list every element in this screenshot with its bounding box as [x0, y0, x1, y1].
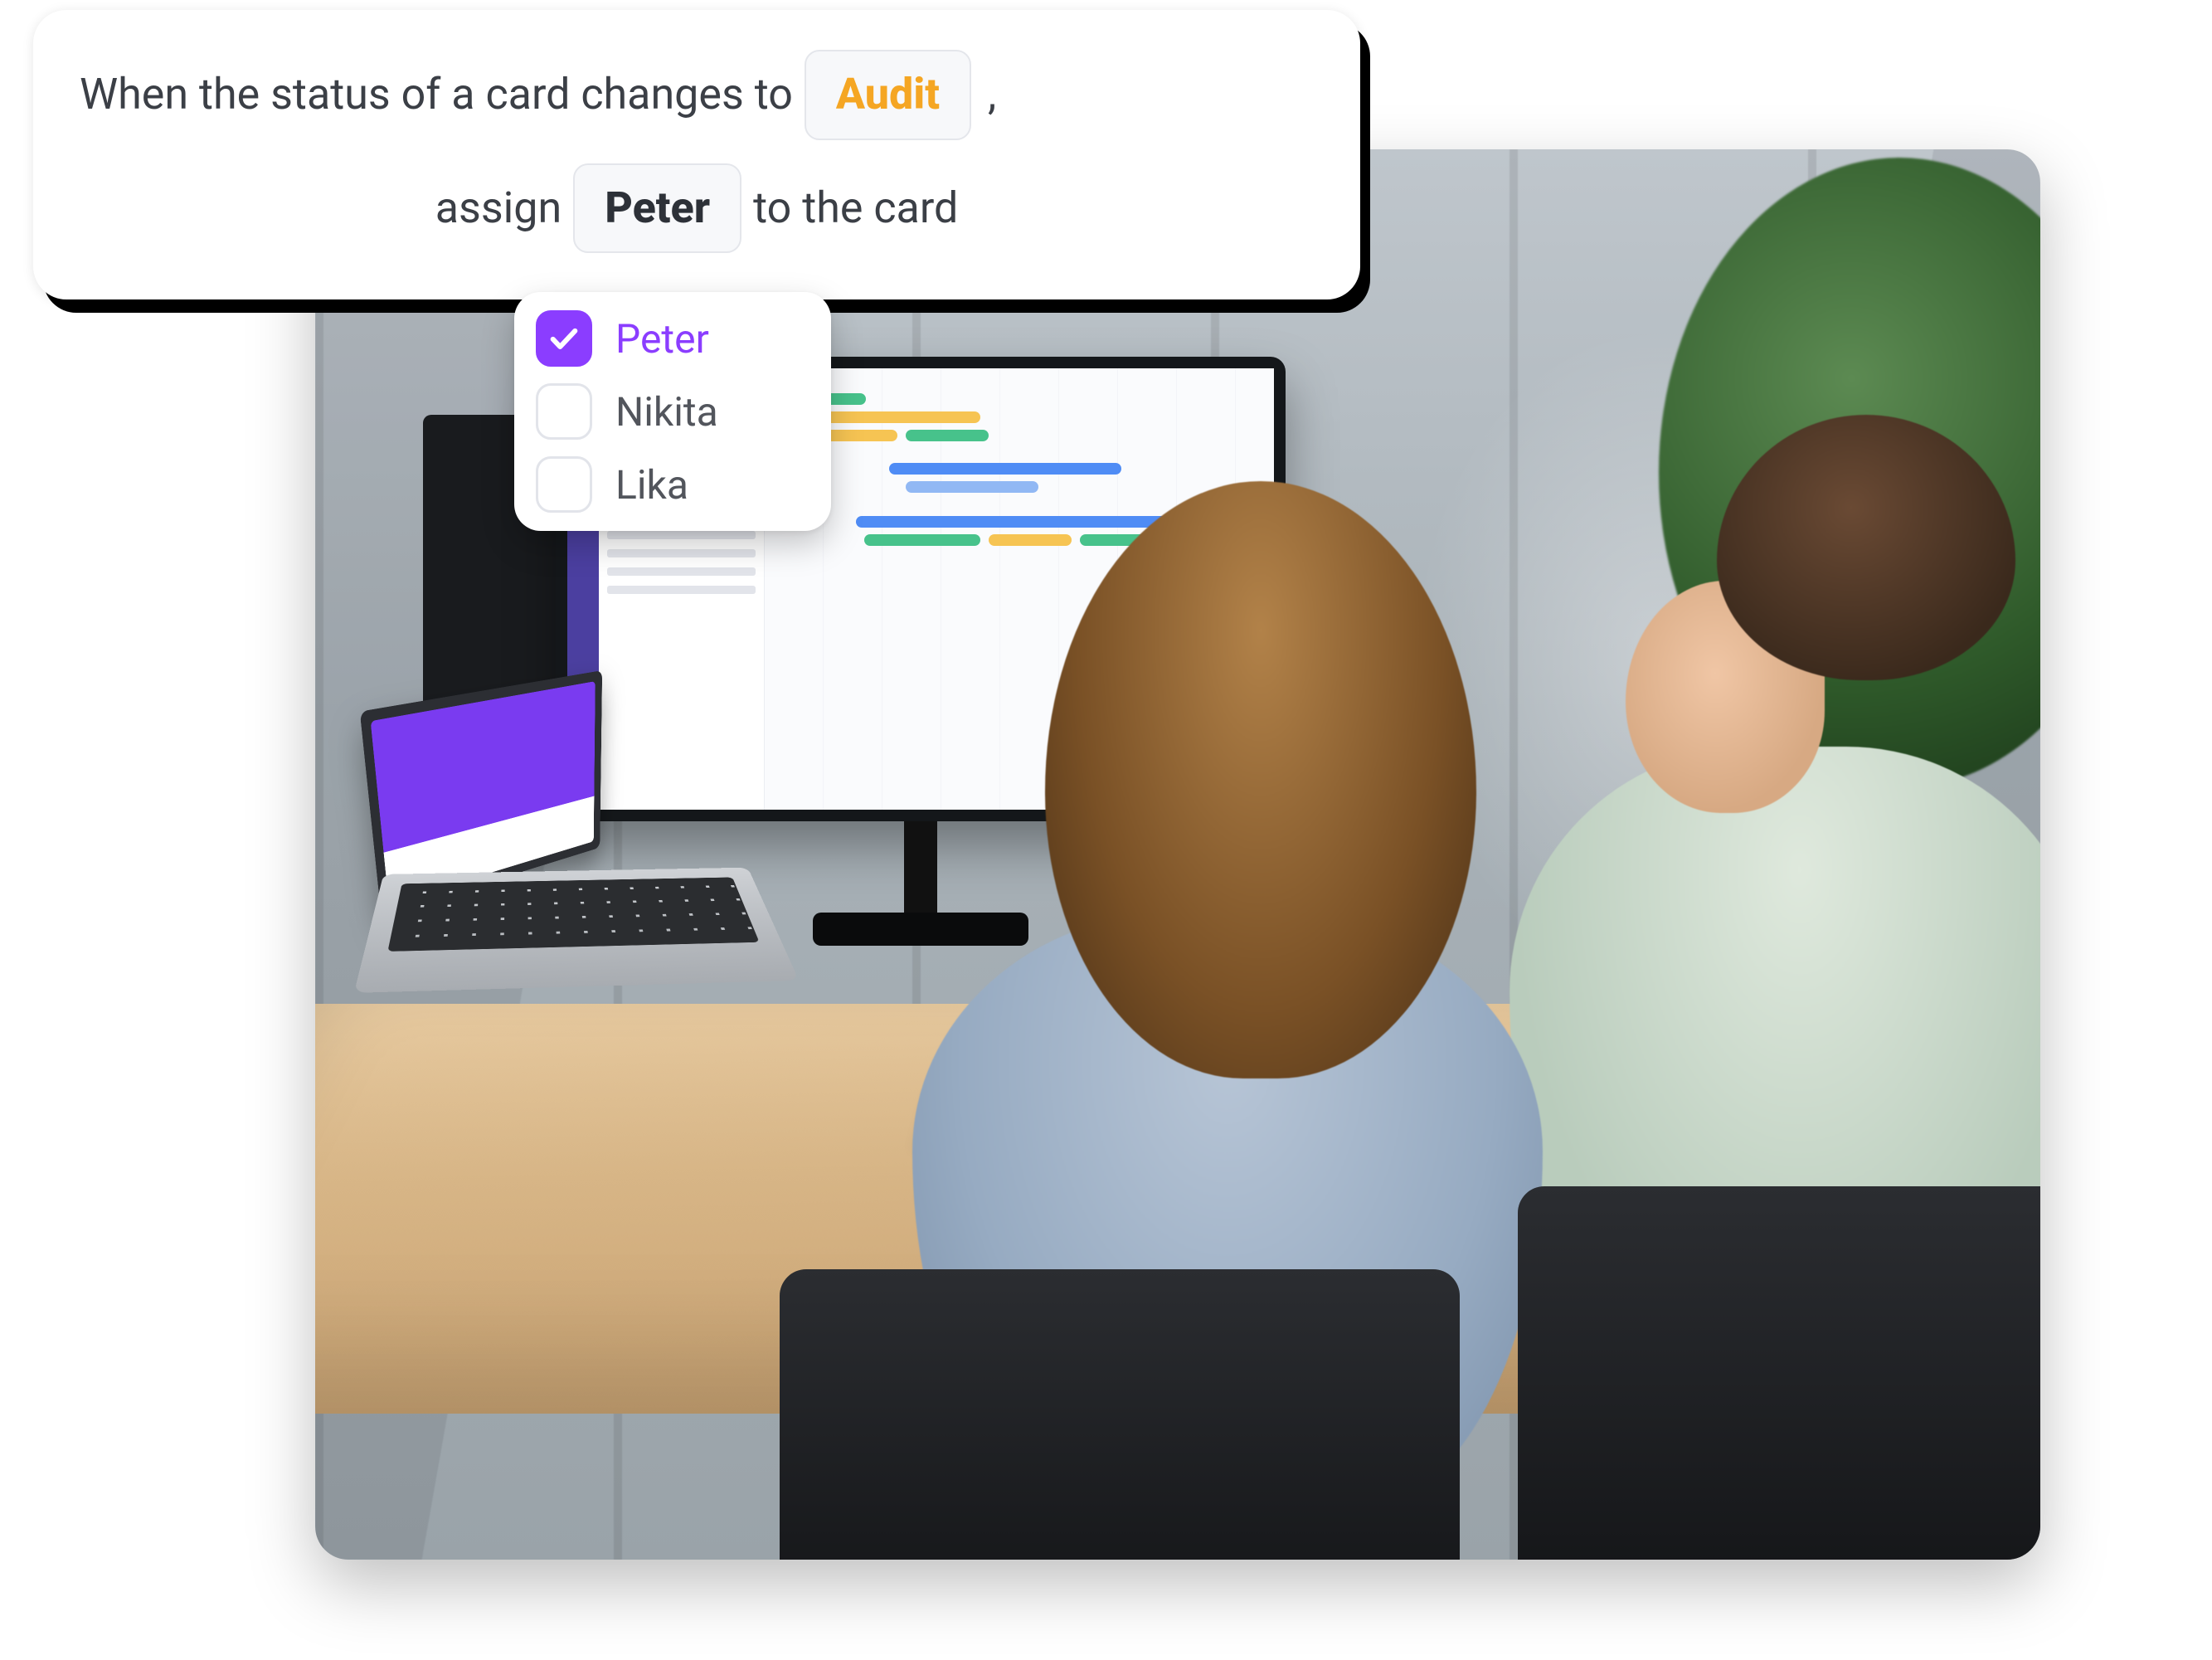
laptop [361, 678, 768, 981]
assignee-option-label: Peter [615, 315, 709, 363]
office-chair [1518, 1186, 2040, 1560]
checkbox-empty-icon[interactable] [536, 456, 592, 513]
rule-text: When the status of a card changes to [80, 61, 793, 129]
assignee-option-label: Nikita [615, 388, 718, 436]
office-chair [780, 1269, 1460, 1560]
laptop-keyboard [387, 877, 759, 951]
assignee-option-lika[interactable]: Lika [536, 456, 809, 513]
assignee-dropdown[interactable]: Peter Nikita Lika [514, 292, 831, 531]
rule-line-2: assign Peter to the card [80, 163, 1314, 254]
assignee-option-nikita[interactable]: Nikita [536, 383, 809, 440]
rule-text: , [988, 61, 996, 129]
checkbox-checked-icon[interactable] [536, 310, 592, 367]
assignee-option-label: Lika [615, 461, 688, 509]
check-icon [547, 322, 581, 355]
assignee-option-peter[interactable]: Peter [536, 310, 809, 367]
status-chip[interactable]: Audit [805, 50, 971, 140]
automation-rule-card: When the status of a card changes to Aud… [33, 10, 1360, 299]
checkbox-empty-icon[interactable] [536, 383, 592, 440]
rule-text: assign [435, 175, 562, 242]
rule-line-1: When the status of a card changes to Aud… [80, 50, 1314, 140]
rule-text: to the card [753, 175, 958, 242]
assignee-chip[interactable]: Peter [573, 163, 741, 254]
